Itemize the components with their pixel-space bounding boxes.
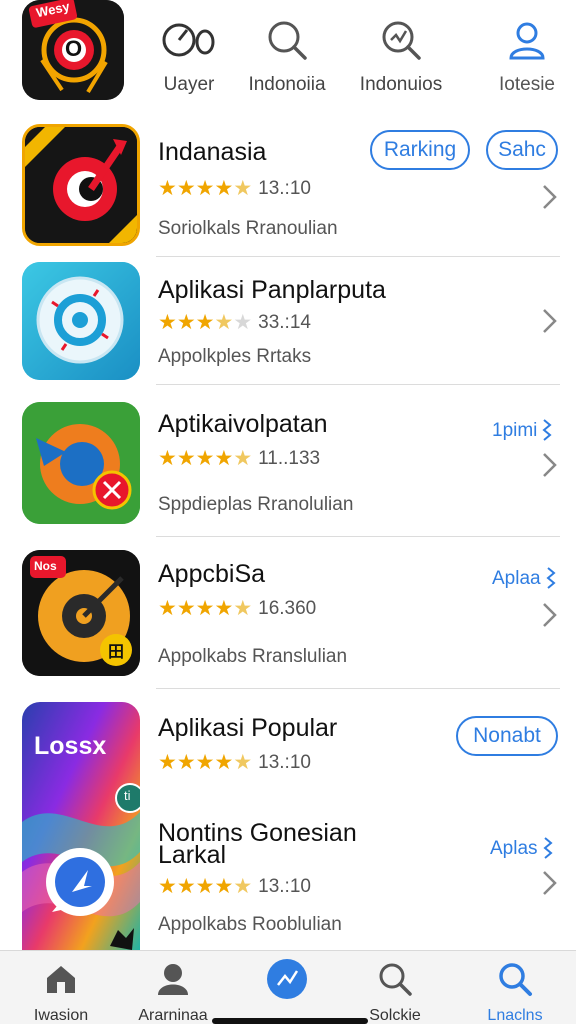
app-name: Aplikasi Panplarputa [158,276,386,304]
star-rating-icon: ★★★★★ [158,597,253,620]
tab-label: Iwasion [33,1007,89,1024]
app-rating: ★★★★★ 33.:14 [158,310,311,335]
chevron-right-icon[interactable] [538,306,560,336]
tab-explore[interactable] [232,957,342,1007]
rating-count: 13.:10 [258,751,311,773]
player-icon [134,14,244,66]
list-item[interactable]: Aplikasi Panplarputa ★★★★★ 33.:14 Appolk… [0,262,576,384]
compass-icon [232,957,342,1001]
app-rating: ★★★★★ 11..133 [158,446,320,471]
more-icon [546,567,556,589]
app-link-button[interactable]: Aplaa [492,566,557,592]
rating-count: 33.:14 [258,311,311,333]
home-indicator[interactable] [212,1018,368,1024]
nonabt-button[interactable]: Nonabt [456,716,558,756]
app-name: Indanasia [158,138,267,166]
app-name-line: Larkal [158,841,227,869]
featured-app-letter: O [65,36,83,61]
top-nav-label: Uayer [163,74,215,95]
top-nav-indonesia-charts[interactable]: Indonuios [346,14,456,104]
star-rating-icon: ★★★★★ [158,875,253,898]
top-nav-label: Indonuios [359,74,443,95]
app-link-label: Aplas [490,838,538,859]
top-nav-indonesia[interactable]: Indonoiia [232,14,342,104]
divider [156,688,560,689]
app-icon [22,402,140,524]
divider [156,384,560,385]
featured-app-icon[interactable]: Wesy O [22,0,124,100]
divider [156,536,560,537]
rating-count: 11..133 [258,447,321,469]
app-subtitle: Appolkabs Rranslulian [158,646,348,667]
app-icon [22,262,140,380]
sahc-button[interactable]: Sahc [486,130,558,170]
search-icon [460,957,570,1001]
app-subtitle: Appolkples Rrtaks [158,346,312,367]
person-icon [118,957,228,1001]
more-icon [542,837,553,859]
top-nav-label: Indonoiia [248,74,326,95]
chevron-right-icon[interactable] [538,868,560,898]
rating-count: 13.:10 [258,875,311,897]
app-name: Aplikasi Popular [158,714,338,742]
star-rating-icon: ★★★★★ [158,751,253,774]
app-link-label: 1pimi [492,420,538,441]
app-link-label: Aplaa [492,568,541,589]
app-icon: Nos 田 [22,550,140,676]
app-link-button[interactable]: Aplas [490,836,554,862]
list-item[interactable]: Indanasia ★★★★★ 13.:10 Soriolkals Rranou… [0,124,576,256]
app-icon: Lossx ti [22,702,140,950]
app-subtitle: Sppdieplas Rranolulian [158,494,354,515]
chevron-right-icon[interactable] [538,450,560,480]
ranking-button[interactable]: Rarking [370,130,470,170]
top-nav-label: Iotesie [499,74,555,95]
tab-search-active[interactable]: Lnaclns [460,957,570,1024]
profile-icon [472,14,576,66]
app-name: Aptikaivolpatan [158,410,328,438]
app-name: Nontins Gonesian Larkal [158,821,357,869]
app-rating: ★★★★★ 13.:10 [158,750,311,775]
rating-count: 16.360 [258,597,317,619]
search-icon [340,957,450,1001]
tab-search[interactable]: Solckie [340,957,450,1024]
divider [156,256,560,257]
list-item[interactable]: Aptikaivolpatan ★★★★★ 11..133 Sppdieplas… [0,402,576,534]
app-link-button[interactable]: 1pimi [492,418,553,444]
list-item[interactable]: Lossx ti Aplikasi Popular ★★★★★ 13.:10 N… [0,700,576,950]
app-icon-logo-text: Lossx [34,732,107,760]
top-header: Wesy O Uayer Indonoiia Indonuios Iotesie [0,0,576,112]
chevron-right-icon[interactable] [538,182,560,212]
app-icon-badge: ti [124,788,131,803]
top-nav-player[interactable]: Uayer [134,14,244,104]
more-icon [542,419,552,441]
star-rating-icon: ★★★★★ [158,177,253,200]
app-rating: ★★★★★ 13.:10 [158,176,311,201]
search-icon [232,14,342,66]
search-chart-icon [346,14,456,66]
tab-label: Lnaclns [487,1007,543,1024]
star-rating-icon: ★★★★★ [158,311,253,334]
app-icon [22,124,140,246]
app-rating: ★★★★★ 16.360 [158,596,316,621]
home-icon [6,957,116,1001]
top-nav-profile[interactable]: Iotesie [472,14,576,104]
star-rating-icon: ★★★★★ [158,447,253,470]
tab-profile[interactable]: Ararninaa [118,957,228,1024]
app-name: AppcbiSa [158,560,266,588]
bottom-tab-bar: Iwasion Ararninaa Solckie Lnaclns [0,950,576,1024]
app-icon-mark: 田 [108,644,125,661]
tab-home[interactable]: Iwasion [6,957,116,1024]
app-subtitle: Soriolkals Rranoulian [158,218,338,239]
app-rating: ★★★★★ 13.:10 [158,874,311,899]
app-icon-badge: Nos [34,559,57,573]
rating-count: 13.:10 [258,177,311,199]
list-item[interactable]: Nos 田 AppcbiSa ★★★★★ 16.360 Appolkabs Rr… [0,550,576,686]
app-subtitle: Appolkabs Rooblulian [158,914,342,935]
chevron-right-icon[interactable] [538,600,560,630]
